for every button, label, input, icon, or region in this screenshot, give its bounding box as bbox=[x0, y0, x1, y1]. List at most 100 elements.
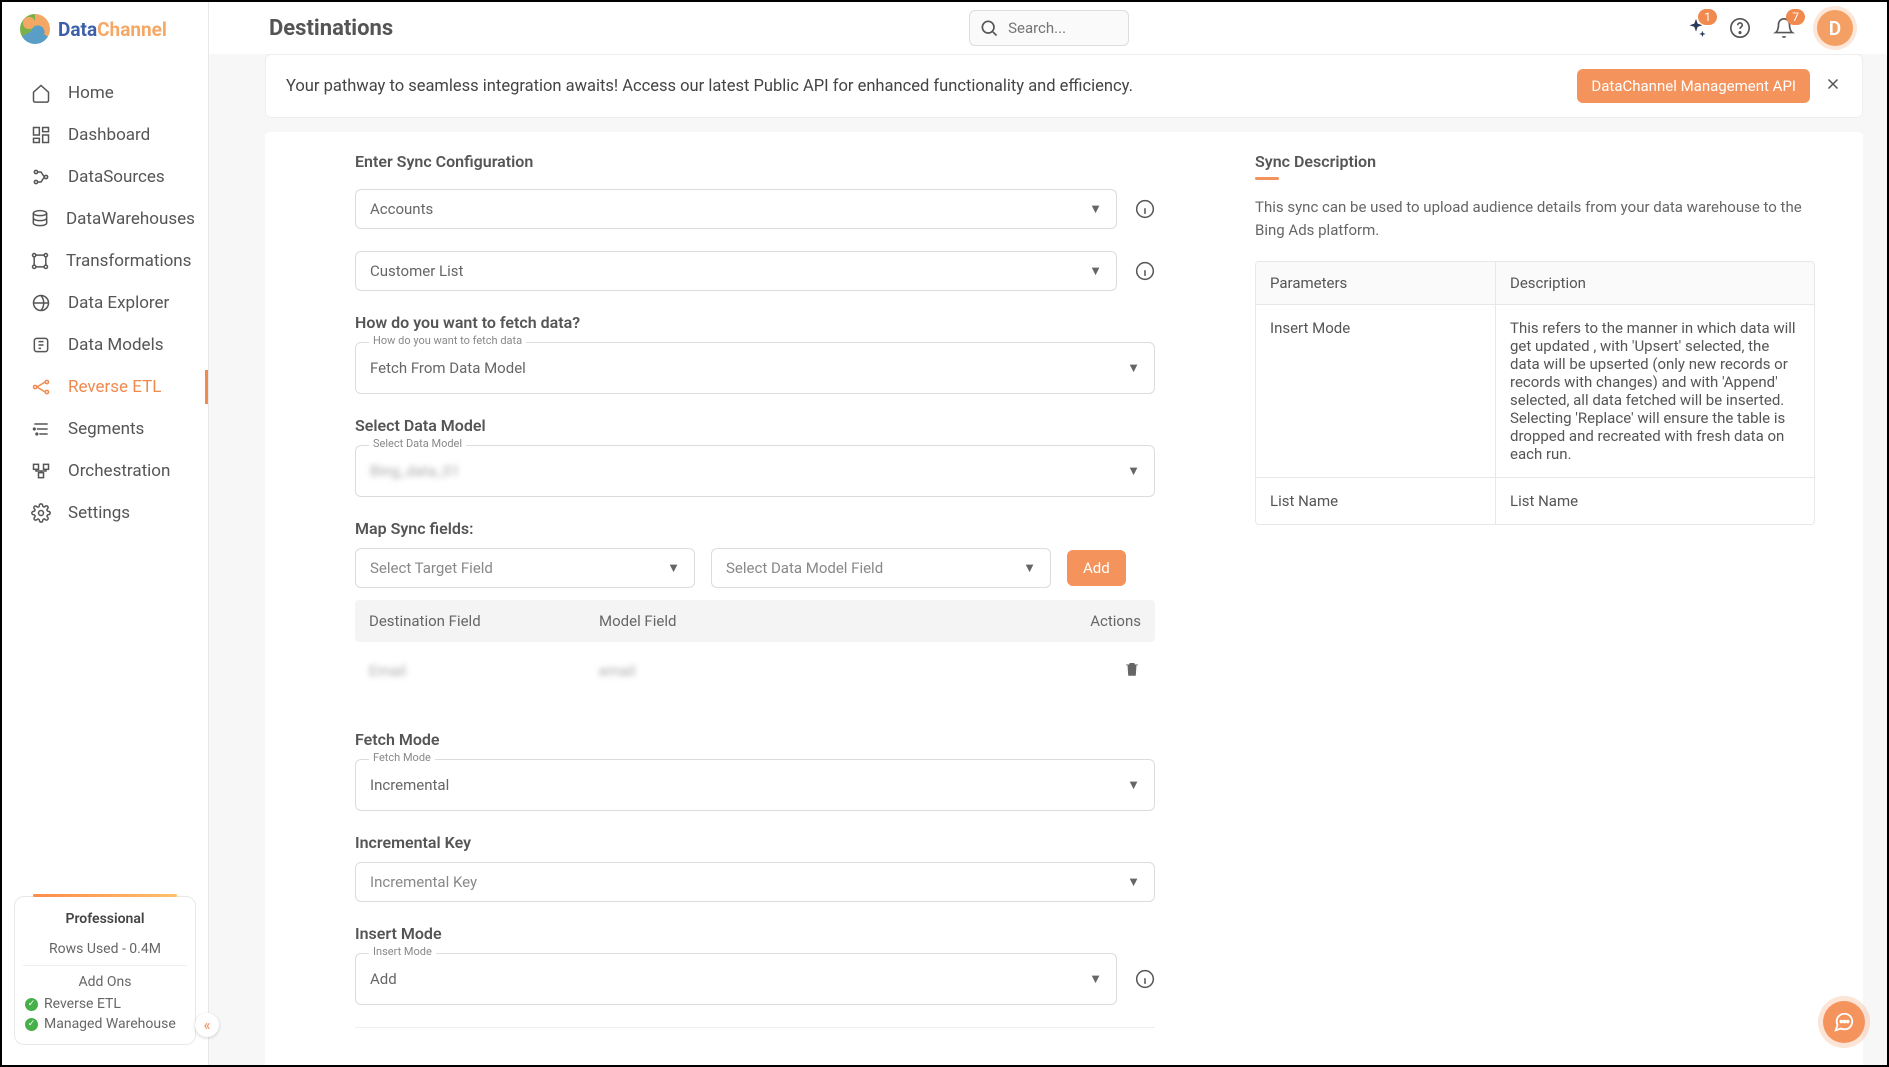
nav-label: Dashboard bbox=[68, 125, 150, 145]
nav-reverse-etl[interactable]: Reverse ETL bbox=[2, 366, 208, 408]
nav-label: DataWarehouses bbox=[66, 209, 195, 229]
incremental-key-select[interactable]: Incremental Key ▼ bbox=[355, 862, 1155, 902]
nav-transformations[interactable]: Transformations bbox=[2, 240, 208, 282]
chevron-down-icon: ▼ bbox=[1089, 971, 1102, 987]
nav-datawarehouses[interactable]: DataWarehouses bbox=[2, 198, 208, 240]
chat-fab-button[interactable] bbox=[1823, 1001, 1865, 1043]
param-th-desc: Description bbox=[1496, 262, 1814, 304]
help-icon bbox=[1729, 17, 1751, 39]
orchestration-icon bbox=[30, 460, 52, 482]
select-data-model-heading: Select Data Model bbox=[355, 416, 1155, 435]
user-avatar[interactable]: D bbox=[1817, 10, 1853, 46]
info-icon[interactable] bbox=[1135, 261, 1155, 281]
delete-mapping-button[interactable] bbox=[1123, 664, 1141, 682]
param-name: List Name bbox=[1256, 478, 1496, 524]
nav-label: Segments bbox=[68, 419, 144, 439]
home-icon bbox=[30, 82, 52, 104]
wizard-footer: Back Next bbox=[355, 1027, 1155, 1065]
model-field-select[interactable]: Select Data Model Field ▼ bbox=[711, 548, 1051, 588]
logo-globe-icon bbox=[20, 14, 50, 44]
plan-rows-used: Rows Used - 0.4M bbox=[23, 933, 187, 966]
fetch-question-heading: How do you want to fetch data? bbox=[355, 313, 1155, 332]
gear-icon bbox=[30, 502, 52, 524]
param-desc: This refers to the manner in which data … bbox=[1496, 305, 1814, 477]
search-box bbox=[969, 10, 1129, 46]
bell-badge: 7 bbox=[1786, 9, 1805, 25]
select-value: Incremental bbox=[370, 776, 449, 794]
select-value: Bing_data_01 bbox=[370, 462, 460, 480]
close-icon bbox=[1824, 75, 1842, 93]
nav-settings[interactable]: Settings bbox=[2, 492, 208, 534]
search-icon bbox=[979, 18, 999, 38]
param-row: List Name List Name bbox=[1256, 478, 1814, 524]
nav-label: Data Explorer bbox=[68, 293, 169, 313]
data-model-select[interactable]: Bing_data_01 ▼ bbox=[355, 445, 1155, 497]
chevron-down-icon: ▼ bbox=[1023, 560, 1036, 576]
select-placeholder: Select Target Field bbox=[370, 559, 493, 577]
chevron-down-icon: ▼ bbox=[1127, 874, 1140, 890]
nav-home[interactable]: Home bbox=[2, 72, 208, 114]
chevron-down-icon: ▼ bbox=[667, 560, 680, 576]
content-area: Enter Sync Configuration Accounts ▼ Cust… bbox=[265, 132, 1863, 1065]
topbar: Destinations 1 7 D bbox=[209, 2, 1887, 54]
insert-mode-select[interactable]: Add ▼ bbox=[355, 953, 1117, 1005]
param-name: Insert Mode bbox=[1256, 305, 1496, 477]
nav-label: Transformations bbox=[66, 251, 191, 271]
parameters-table: Parameters Description Insert Mode This … bbox=[1255, 261, 1815, 525]
nav-segments[interactable]: Segments bbox=[2, 408, 208, 450]
trash-icon bbox=[1123, 660, 1141, 678]
select-placeholder: Select Data Model Field bbox=[726, 559, 883, 577]
add-mapping-button[interactable]: Add bbox=[1067, 550, 1126, 586]
select-value: Accounts bbox=[370, 200, 433, 218]
nav-data-explorer[interactable]: Data Explorer bbox=[2, 282, 208, 324]
addon-label: Reverse ETL bbox=[44, 996, 121, 1012]
chevron-down-icon: ▼ bbox=[1127, 360, 1140, 376]
param-desc: List Name bbox=[1496, 478, 1814, 524]
ai-sparkle-button[interactable]: 1 bbox=[1685, 17, 1707, 39]
target-field-select[interactable]: Select Target Field ▼ bbox=[355, 548, 695, 588]
chevron-down-icon: ▼ bbox=[1089, 263, 1102, 279]
nav-label: Home bbox=[68, 83, 114, 103]
nav-label: Settings bbox=[68, 503, 130, 523]
help-button[interactable] bbox=[1729, 17, 1751, 39]
banner-text: Your pathway to seamless integration awa… bbox=[286, 77, 1133, 96]
nav-data-models[interactable]: Data Models bbox=[2, 324, 208, 366]
td-destination: Email bbox=[369, 662, 599, 680]
nav-orchestration[interactable]: Orchestration bbox=[2, 450, 208, 492]
notifications-button[interactable]: 7 bbox=[1773, 17, 1795, 39]
insertmode-floating-label: Insert Mode bbox=[369, 945, 436, 958]
nav-datasources[interactable]: DataSources bbox=[2, 156, 208, 198]
info-icon[interactable] bbox=[1135, 199, 1155, 219]
accounts-select[interactable]: Accounts ▼ bbox=[355, 189, 1117, 229]
datasources-icon bbox=[30, 166, 52, 188]
select-value: Fetch From Data Model bbox=[370, 359, 526, 377]
main: Destinations 1 7 D bbox=[209, 2, 1887, 1065]
page-title: Destinations bbox=[269, 16, 393, 41]
sync-description-panel: Sync Description This sync can be used t… bbox=[1255, 152, 1815, 1065]
select-value: Incremental Key bbox=[370, 873, 477, 891]
datamodel-floating-label: Select Data Model bbox=[369, 437, 466, 450]
customer-list-select[interactable]: Customer List ▼ bbox=[355, 251, 1117, 291]
banner-close-button[interactable] bbox=[1824, 74, 1842, 98]
chat-icon bbox=[1833, 1011, 1855, 1033]
incremental-key-heading: Incremental Key bbox=[355, 833, 1155, 852]
segments-icon bbox=[30, 418, 52, 440]
logo-text: DataChannel bbox=[58, 18, 167, 41]
fetch-method-select[interactable]: Fetch From Data Model ▼ bbox=[355, 342, 1155, 394]
map-sync-heading: Map Sync fields: bbox=[355, 519, 1155, 538]
plan-addon: ✓ Managed Warehouse bbox=[15, 1014, 195, 1034]
banner-cta-button[interactable]: DataChannel Management API bbox=[1577, 69, 1810, 103]
fetch-mode-select[interactable]: Incremental ▼ bbox=[355, 759, 1155, 811]
promo-banner: Your pathway to seamless integration awa… bbox=[265, 54, 1863, 118]
fetchmode-floating-label: Fetch Mode bbox=[369, 751, 435, 764]
form-column: Enter Sync Configuration Accounts ▼ Cust… bbox=[355, 152, 1155, 1065]
nav-dashboard[interactable]: Dashboard bbox=[2, 114, 208, 156]
info-icon[interactable] bbox=[1135, 969, 1155, 989]
check-icon: ✓ bbox=[25, 1018, 38, 1031]
logo[interactable]: DataChannel bbox=[2, 2, 208, 56]
dashboard-icon bbox=[30, 124, 52, 146]
transform-icon bbox=[30, 250, 50, 272]
nav-label: Data Models bbox=[68, 335, 163, 355]
check-icon: ✓ bbox=[25, 998, 38, 1011]
sidebar-collapse-button[interactable]: « bbox=[195, 1013, 219, 1037]
